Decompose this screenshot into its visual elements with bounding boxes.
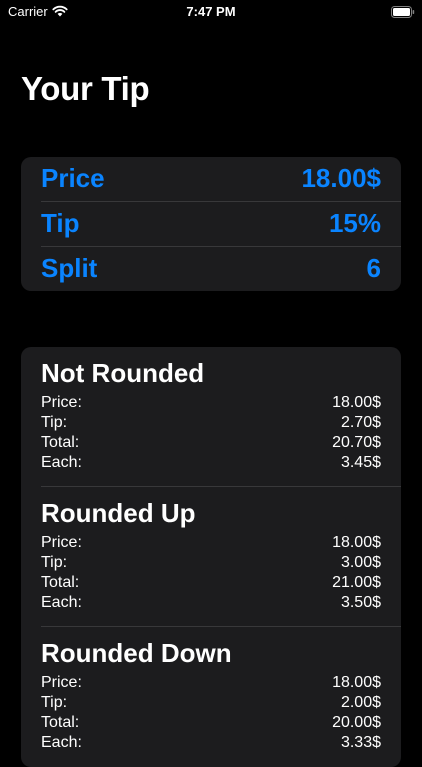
detail-label: Total: bbox=[41, 574, 80, 591]
results-card: Not Rounded Price: 18.00$ Tip: 2.70$ Tot… bbox=[21, 347, 401, 767]
detail-value: 18.00$ bbox=[332, 674, 381, 691]
split-value[interactable]: 6 bbox=[367, 253, 381, 284]
total-detail-row: Total: 20.70$ bbox=[41, 434, 381, 454]
detail-value: 3.50$ bbox=[340, 594, 381, 611]
detail-label: Price: bbox=[41, 394, 82, 411]
detail-label: Price: bbox=[41, 534, 82, 551]
each-detail-row: Each: 3.33$ bbox=[41, 734, 381, 754]
detail-label: Tip: bbox=[41, 414, 68, 431]
detail-label: Each: bbox=[41, 454, 82, 471]
detail-value: 2.00$ bbox=[340, 694, 381, 711]
tip-detail-row: Tip: 2.70$ bbox=[41, 414, 381, 434]
input-card: Price 18.00$ Tip 15% Split 6 bbox=[21, 157, 401, 291]
detail-label: Each: bbox=[41, 734, 82, 751]
detail-value: 18.00$ bbox=[332, 534, 381, 551]
section-title: Rounded Down bbox=[41, 638, 232, 668]
total-detail-row: Total: 20.00$ bbox=[41, 714, 381, 734]
detail-value: 20.00$ bbox=[332, 714, 381, 731]
detail-label: Tip: bbox=[41, 694, 68, 711]
detail-value: 21.00$ bbox=[332, 574, 381, 591]
status-bar: Carrier 7:47 PM bbox=[0, 0, 422, 24]
not-rounded-section: Not Rounded Price: 18.00$ Tip: 2.70$ Tot… bbox=[41, 347, 381, 487]
section-title: Rounded Up bbox=[41, 498, 196, 528]
tip-detail-row: Tip: 2.00$ bbox=[41, 694, 381, 714]
split-label: Split bbox=[41, 253, 98, 283]
price-detail-row: Price: 18.00$ bbox=[41, 534, 381, 554]
tip-row[interactable]: Tip 15% bbox=[41, 202, 381, 246]
each-detail-row: Each: 3.45$ bbox=[41, 454, 381, 474]
tip-label: Tip bbox=[41, 208, 80, 238]
detail-value: 18.00$ bbox=[332, 394, 381, 411]
detail-label: Each: bbox=[41, 594, 82, 611]
rounded-down-section: Rounded Down Price: 18.00$ Tip: 2.00$ To… bbox=[41, 627, 381, 767]
detail-label: Price: bbox=[41, 674, 82, 691]
tip-value[interactable]: 15% bbox=[329, 208, 381, 239]
detail-label: Tip: bbox=[41, 554, 68, 571]
detail-value: 2.70$ bbox=[340, 414, 381, 431]
total-detail-row: Total: 21.00$ bbox=[41, 574, 381, 594]
split-row[interactable]: Split 6 bbox=[41, 247, 381, 291]
detail-value: 20.70$ bbox=[332, 434, 381, 451]
price-value[interactable]: 18.00$ bbox=[301, 163, 381, 194]
price-label: Price bbox=[41, 163, 105, 193]
detail-value: 3.00$ bbox=[340, 554, 381, 571]
price-row[interactable]: Price 18.00$ bbox=[41, 157, 381, 201]
each-detail-row: Each: 3.50$ bbox=[41, 594, 381, 614]
price-detail-row: Price: 18.00$ bbox=[41, 674, 381, 694]
page-title: Your Tip bbox=[21, 70, 150, 107]
section-title: Not Rounded bbox=[41, 358, 205, 388]
detail-label: Total: bbox=[41, 434, 80, 451]
detail-label: Total: bbox=[41, 714, 80, 731]
detail-value: 3.33$ bbox=[340, 734, 381, 751]
detail-value: 3.45$ bbox=[340, 454, 381, 471]
price-detail-row: Price: 18.00$ bbox=[41, 394, 381, 414]
clock: 7:47 PM bbox=[186, 4, 236, 19]
rounded-up-section: Rounded Up Price: 18.00$ Tip: 3.00$ Tota… bbox=[41, 487, 381, 627]
battery-full-icon bbox=[391, 5, 415, 18]
tip-detail-row: Tip: 3.00$ bbox=[41, 554, 381, 574]
